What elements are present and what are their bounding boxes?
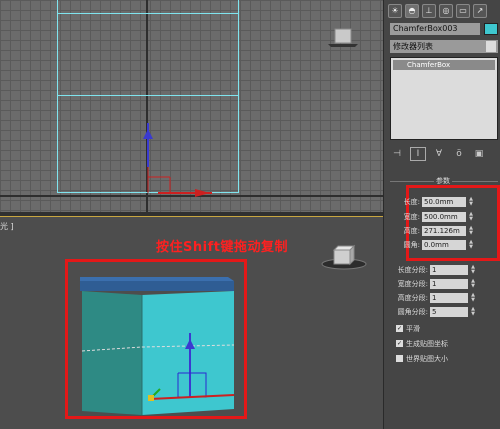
spinner-icon[interactable]: ▲ ▼ [470, 264, 476, 275]
checkbox-label: 世界贴图大小 [406, 354, 448, 363]
chamfer-box-model[interactable] [78, 277, 238, 417]
viewcube-icon[interactable] [320, 242, 368, 270]
make-unique-icon[interactable]: ∀ [432, 148, 446, 160]
circle-icon[interactable]: ◎ [439, 4, 453, 18]
chevron-down-icon[interactable] [486, 41, 496, 52]
segment-row-length: 长度分段: 1 ▲ ▼ [384, 264, 476, 275]
width-segs-field[interactable]: 1 [430, 278, 468, 289]
segment-row-width: 宽度分段: 1 ▲ ▼ [384, 278, 476, 289]
configure-sets-icon[interactable]: ▣ [472, 148, 486, 160]
fillet-field[interactable]: 0.0mm [422, 239, 466, 250]
spinner-icon[interactable]: ▲ ▼ [470, 306, 476, 317]
top-viewport[interactable] [0, 0, 383, 212]
segment-label: 圆角分段: [397, 307, 428, 316]
viewcube-icon[interactable] [325, 28, 361, 48]
monitor-icon[interactable]: ▭ [456, 4, 470, 18]
width-field[interactable]: 500.0mm [422, 211, 466, 222]
smooth-checkbox-row[interactable]: ✓ 平滑 [396, 323, 420, 334]
object-color-swatch[interactable] [484, 23, 498, 35]
length-field[interactable]: 50.0mm [422, 196, 466, 207]
height-field[interactable]: 271.126m [422, 225, 466, 236]
stack-item[interactable]: ChamferBox [393, 60, 495, 70]
height-segs-field[interactable]: 1 [430, 292, 468, 303]
param-row-height: 高度: 271.126m ▲ ▼ [398, 225, 474, 236]
gen-mapping-checkbox[interactable]: ✓ [396, 340, 403, 347]
pin-stack-icon[interactable]: ⊣ [390, 148, 404, 160]
checkbox-label: 平滑 [406, 324, 420, 333]
annotation-text: 按住Shift键拖动复制 [156, 240, 288, 255]
param-label: 高度: [403, 226, 420, 235]
perspective-viewport[interactable]: 光 ] 按住Shift键拖动复制 [0, 216, 383, 429]
segment-label: 高度分段: [397, 293, 428, 302]
param-label: 长度: [403, 197, 420, 206]
spinner-icon[interactable]: ▲ ▼ [470, 292, 476, 303]
remove-modifier-icon[interactable]: ö [452, 148, 466, 160]
spinner-icon[interactable]: ▲ ▼ [468, 239, 474, 250]
command-panel: ☀ ◓ ⊥ ◎ ▭ ↗ ChamferBox003 修改器列表 ChamferB… [383, 0, 500, 429]
gen-mapping-checkbox-row[interactable]: ✓ 生成贴图坐标 [396, 338, 448, 349]
param-label: 圆角: [403, 240, 420, 249]
param-label: 宽度: [403, 212, 420, 221]
dome-icon[interactable]: ◓ [405, 4, 419, 18]
show-end-result-icon[interactable]: I [410, 147, 426, 161]
modifier-stack[interactable]: ChamferBox [390, 57, 498, 140]
viewport-label[interactable]: 光 ] [0, 221, 14, 232]
stack-toolbar: ⊣ I ∀ ö ▣ [390, 146, 498, 162]
smooth-checkbox[interactable]: ✓ [396, 325, 403, 332]
hammer-icon[interactable]: ↗ [473, 4, 487, 18]
spinner-icon[interactable]: ▲ ▼ [470, 278, 476, 289]
modifier-list-label: 修改器列表 [393, 42, 433, 51]
segment-row-height: 高度分段: 1 ▲ ▼ [384, 292, 476, 303]
param-row-width: 宽度: 500.0mm ▲ ▼ [398, 211, 474, 222]
checkbox-label: 生成贴图坐标 [406, 339, 448, 348]
spinner-icon[interactable]: ▲ ▼ [468, 225, 474, 236]
param-row-fillet: 圆角: 0.0mm ▲ ▼ [398, 239, 474, 250]
spinner-icon[interactable]: ▲ ▼ [468, 196, 474, 207]
object-name-field[interactable]: ChamferBox003 [390, 23, 480, 35]
segment-label: 宽度分段: [397, 279, 428, 288]
segment-row-fillet: 圆角分段: 5 ▲ ▼ [384, 306, 476, 317]
param-row-length: 长度: 50.0mm ▲ ▼ [398, 196, 474, 207]
sun-icon[interactable]: ☀ [388, 4, 402, 18]
panel-tabs: ☀ ◓ ⊥ ◎ ▭ ↗ [388, 2, 500, 20]
segment-label: 长度分段: [397, 265, 428, 274]
box-wireframe-midline [57, 95, 239, 96]
real-world-map-checkbox[interactable] [396, 355, 403, 362]
transform-gizmo-top[interactable] [140, 115, 220, 200]
fillet-segs-field[interactable]: 5 [430, 306, 468, 317]
spinner-icon[interactable]: ▲ ▼ [468, 211, 474, 222]
modifier-list-dropdown[interactable]: 修改器列表 [390, 40, 498, 53]
length-segs-field[interactable]: 1 [430, 264, 468, 275]
hierarchy-icon[interactable]: ⊥ [422, 4, 436, 18]
box-wireframe-top-edge [57, 0, 239, 14]
real-world-map-checkbox-row[interactable]: 世界贴图大小 [396, 353, 448, 364]
